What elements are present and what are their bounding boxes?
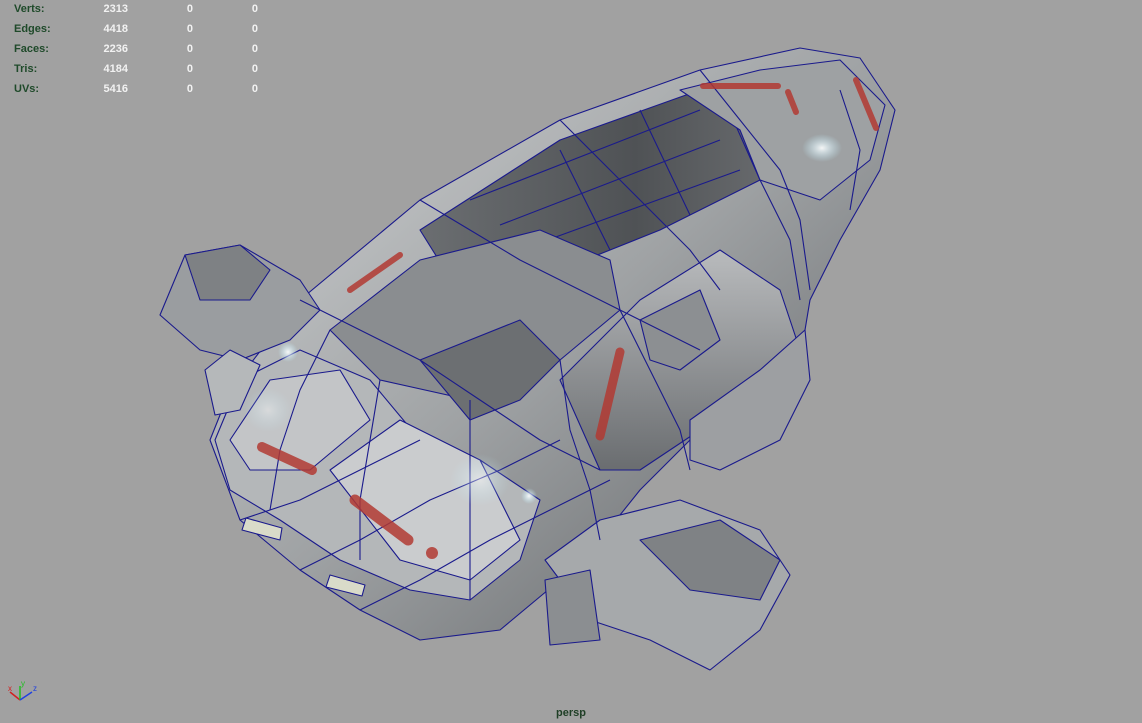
hud-stat-value: 2236 bbox=[103, 43, 128, 55]
axis-z-label: z bbox=[33, 684, 37, 693]
hud-stat-extra: 0 bbox=[251, 83, 258, 95]
glow-light-mid bbox=[521, 488, 537, 504]
spaceship-model[interactable] bbox=[0, 0, 1142, 723]
hud-stat-row: Faces: 2236 0 0 bbox=[0, 41, 300, 61]
hud-stat-selected: 0 bbox=[186, 83, 193, 95]
camera-name-label: persp bbox=[556, 707, 586, 719]
hud-stat-label: Verts: bbox=[14, 3, 45, 15]
hud-stat-selected: 0 bbox=[186, 23, 193, 35]
axis-gizmo-icon: x y z bbox=[8, 680, 37, 701]
hud-stat-row: Tris: 4184 0 0 bbox=[0, 61, 300, 81]
hud-stat-label: Tris: bbox=[14, 63, 38, 75]
hud-stat-selected: 0 bbox=[186, 63, 193, 75]
3d-viewport[interactable]: Verts: 2313 0 0 Edges: 4418 0 0 Faces: 2236 0 0 Tris… bbox=[0, 0, 1142, 723]
hud-stat-extra: 0 bbox=[251, 43, 258, 55]
hud-stat-row: Verts: 2313 0 0 bbox=[0, 1, 300, 21]
hud-stat-value: 5416 bbox=[103, 83, 128, 95]
hud-stat-extra: 0 bbox=[251, 63, 258, 75]
glow-light-left bbox=[278, 342, 298, 362]
glow-light-nose bbox=[802, 134, 842, 162]
hud-stat-selected: 0 bbox=[186, 3, 193, 15]
hud-stat-value: 2313 bbox=[103, 3, 128, 15]
hud-stat-value: 4418 bbox=[103, 23, 128, 35]
axis-x-label: x bbox=[8, 684, 12, 693]
hud-stat-value: 4184 bbox=[103, 63, 128, 75]
axis-y-label: y bbox=[21, 680, 25, 688]
hud-stat-label: Faces: bbox=[14, 43, 49, 55]
hud-stat-extra: 0 bbox=[251, 23, 258, 35]
hud-stat-extra: 0 bbox=[251, 3, 258, 15]
hud-stat-label: Edges: bbox=[14, 23, 51, 35]
hud-stat-selected: 0 bbox=[186, 43, 193, 55]
hud-stat-row: UVs: 5416 0 0 bbox=[0, 81, 300, 101]
hud-stat-row: Edges: 4418 0 0 bbox=[0, 21, 300, 41]
hud-stat-label: UVs: bbox=[14, 83, 40, 95]
